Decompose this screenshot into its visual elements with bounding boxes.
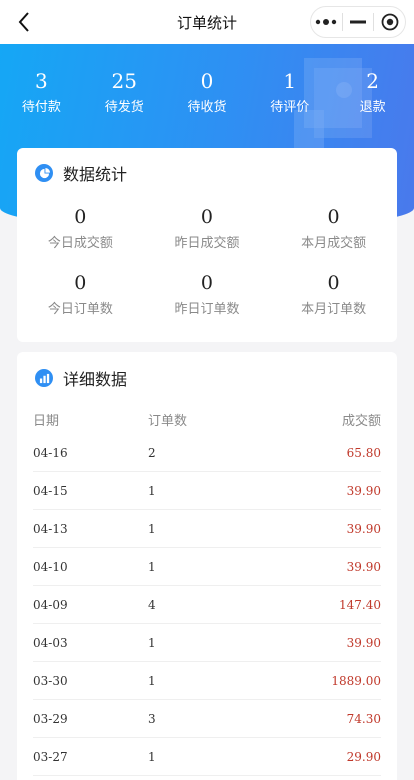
- stat-value: 0: [200, 206, 213, 228]
- cell-amount: 29.90: [346, 749, 381, 764]
- cell-date: 03-27: [33, 749, 68, 764]
- stat-today-orders: 0 今日订单数: [17, 270, 144, 336]
- status-label: 待评价: [270, 100, 310, 115]
- header-orders: 订单数: [148, 413, 188, 429]
- status-label: 待收货: [187, 100, 227, 115]
- cell-date: 04-03: [33, 635, 68, 650]
- stat-value: 0: [327, 206, 340, 228]
- stat-label: 今日成交额: [47, 236, 113, 251]
- stat-value: 0: [74, 272, 87, 294]
- page-title: 订单统计: [176, 13, 237, 32]
- table-row: 04-15 1 39.90: [33, 472, 381, 510]
- card-title: 数据统计: [63, 165, 128, 184]
- cell-orders: 1: [148, 749, 156, 764]
- table-row: 04-13 1 39.90: [33, 510, 381, 548]
- stat-value: 0: [74, 206, 87, 228]
- status-count: 25: [111, 69, 137, 93]
- status-pending-payment[interactable]: 3 待付款: [0, 68, 83, 118]
- cell-amount: 147.40: [339, 597, 381, 612]
- stat-value: 0: [327, 272, 340, 294]
- close-button[interactable]: [374, 7, 405, 37]
- mini-program-capsule: [310, 6, 406, 38]
- stat-label: 本月订单数: [301, 302, 367, 317]
- statistics-grid: 0 今日成交额 0 昨日成交额 0 本月成交额 0 今日订单数 0 昨日订单数 …: [17, 198, 397, 336]
- table-row: 04-10 1 39.90: [33, 548, 381, 586]
- data-statistics-card: 数据统计 0 今日成交额 0 昨日成交额 0 本月成交额 0 今日订单数 0 昨…: [17, 148, 397, 342]
- stat-label: 昨日成交额: [174, 236, 240, 251]
- stat-yesterday-turnover: 0 昨日成交额: [144, 204, 271, 270]
- detailed-data-card: 详细数据 日期 订单数 成交额 04-16 2 65.80 04-15 1 39…: [17, 352, 397, 780]
- stat-month-orders: 0 本月订单数: [270, 270, 397, 336]
- target-circle-icon: [381, 13, 399, 31]
- detail-table: 日期 订单数 成交额 04-16 2 65.80 04-15 1 39.90 0…: [17, 404, 397, 776]
- cell-orders: 4: [148, 597, 156, 612]
- status-count: 0: [200, 69, 214, 93]
- more-button[interactable]: [311, 7, 342, 37]
- status-pending-review[interactable]: 1 待评价: [248, 68, 331, 118]
- cell-orders: 1: [148, 559, 156, 574]
- minimize-icon: [350, 20, 366, 24]
- status-pending-shipment[interactable]: 25 待发货: [83, 68, 166, 118]
- bar-chart-icon: [35, 369, 53, 387]
- cell-date: 04-15: [33, 483, 68, 498]
- navigation-bar: 订单统计: [0, 0, 414, 44]
- minimize-button[interactable]: [343, 7, 374, 37]
- cell-amount: 1889.00: [331, 673, 381, 688]
- cell-orders: 2: [148, 445, 156, 460]
- status-count: 3: [35, 69, 48, 93]
- status-refund[interactable]: 2 退款: [331, 68, 414, 118]
- status-count: 2: [366, 69, 379, 93]
- cell-orders: 1: [148, 635, 156, 650]
- stat-month-turnover: 0 本月成交额: [270, 204, 397, 270]
- cell-amount: 74.30: [346, 711, 381, 726]
- stat-label: 昨日订单数: [174, 302, 240, 317]
- card-header: 详细数据: [17, 352, 397, 404]
- stat-today-turnover: 0 今日成交额: [17, 204, 144, 270]
- cell-amount: 65.80: [346, 445, 381, 460]
- table-row: 03-30 1 1889.00: [33, 662, 381, 700]
- cell-date: 04-09: [33, 597, 68, 612]
- table-row: 04-03 1 39.90: [33, 624, 381, 662]
- cell-date: 03-30: [33, 673, 68, 688]
- cell-orders: 1: [148, 521, 156, 536]
- header-amount: 成交额: [341, 413, 381, 429]
- chevron-left-icon: [18, 12, 29, 32]
- status-pending-receipt[interactable]: 0 待收货: [166, 68, 249, 118]
- status-row: 3 待付款 25 待发货 0 待收货 1 待评价 2 退款: [0, 68, 414, 118]
- cell-date: 04-16: [33, 445, 68, 460]
- stat-value: 0: [200, 272, 213, 294]
- cell-amount: 39.90: [346, 559, 381, 574]
- back-button[interactable]: [10, 8, 38, 36]
- cell-orders: 1: [148, 483, 156, 498]
- status-count: 1: [283, 69, 297, 93]
- cell-amount: 39.90: [346, 483, 381, 498]
- stat-label: 本月成交额: [301, 236, 367, 251]
- card-title: 详细数据: [63, 370, 128, 389]
- cell-orders: 1: [148, 673, 156, 688]
- cell-date: 04-13: [33, 521, 68, 536]
- cell-amount: 39.90: [346, 521, 381, 536]
- table-row: 03-27 1 29.90: [33, 738, 381, 776]
- status-label: 待发货: [104, 100, 144, 115]
- stat-label: 今日订单数: [47, 302, 113, 317]
- more-dots-icon: [316, 19, 337, 25]
- status-label: 退款: [359, 100, 386, 115]
- stat-yesterday-orders: 0 昨日订单数: [144, 270, 271, 336]
- cell-date: 03-29: [33, 711, 68, 726]
- table-row: 04-16 2 65.80: [33, 434, 381, 472]
- card-header: 数据统计: [17, 148, 397, 198]
- table-row: 03-29 3 74.30: [33, 700, 381, 738]
- status-label: 待付款: [21, 100, 61, 115]
- header-date: 日期: [33, 413, 60, 429]
- cell-date: 04-10: [33, 559, 68, 574]
- cell-amount: 39.90: [346, 635, 381, 650]
- cell-orders: 3: [148, 711, 156, 726]
- table-row: 04-09 4 147.40: [33, 586, 381, 624]
- table-header: 日期 订单数 成交额: [33, 404, 381, 434]
- pie-chart-icon: [35, 164, 53, 182]
